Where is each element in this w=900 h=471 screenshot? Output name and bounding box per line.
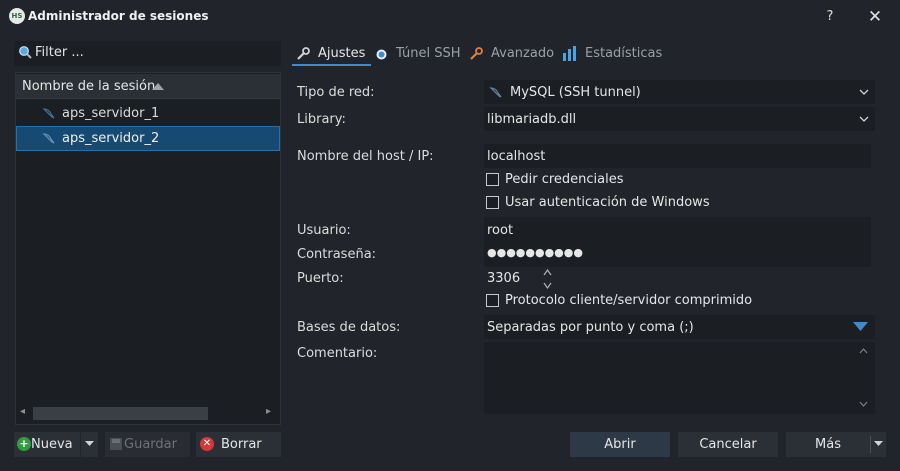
dropdown-arrow-icon (85, 441, 94, 446)
tab-statistics[interactable]: Estadísticas (585, 46, 662, 61)
button-divider (870, 436, 871, 453)
mysql-dolphin-icon (42, 133, 55, 144)
wrench-orange-icon (470, 47, 483, 60)
dropdown-arrow-icon (874, 441, 883, 446)
mysql-dolphin-icon (42, 108, 55, 119)
mysql-dolphin-icon (489, 87, 502, 98)
search-icon (19, 46, 32, 59)
sort-ascending-icon (152, 83, 164, 90)
library-label: Library: (297, 112, 346, 127)
databases-dropdown-icon[interactable] (853, 322, 868, 332)
scroll-left-icon[interactable]: ◂ (20, 406, 25, 417)
delete-icon: ✕ (200, 437, 214, 451)
credentials-fields (484, 217, 871, 267)
filter-placeholder: Filter ... (35, 45, 84, 60)
network-type-value: MySQL (SSH tunnel) (510, 85, 641, 100)
delete-label: Borrar (221, 437, 262, 452)
cancel-button[interactable]: Cancelar (678, 432, 778, 457)
comment-textarea[interactable] (484, 342, 875, 414)
plus-icon: + (17, 437, 31, 451)
port-label: Puerto: (297, 271, 344, 286)
save-label: Guardar (124, 437, 177, 452)
host-value: localhost (487, 149, 546, 164)
password-input[interactable]: ●●●●●●●●●● (487, 246, 583, 259)
tab-ssh-tunnel[interactable]: Túnel SSH (396, 46, 460, 61)
wrench-icon (297, 47, 310, 60)
ssh-tunnel-icon (376, 49, 387, 60)
bar-chart-icon (563, 46, 576, 61)
new-session-label: Nueva (31, 437, 73, 452)
comment-label: Comentario: (297, 346, 378, 361)
close-button[interactable]: ✕ (864, 7, 886, 27)
compressed-protocol-checkbox[interactable] (486, 294, 499, 307)
app-logo-icon: HS (9, 8, 25, 24)
databases-value: Separadas por punto y coma (;) (487, 320, 694, 335)
tab-advanced[interactable]: Avanzado (491, 46, 554, 61)
open-button[interactable]: Abrir (570, 432, 670, 457)
comment-scrollbar[interactable] (859, 346, 868, 410)
chevron-down-icon (859, 116, 869, 122)
compressed-protocol-label: Protocolo cliente/servidor comprimido (505, 293, 753, 308)
active-tab-indicator (292, 64, 371, 66)
ask-credentials-label: Pedir credenciales (505, 172, 624, 187)
ask-credentials-checkbox[interactable] (486, 173, 499, 186)
port-stepper[interactable] (543, 267, 552, 291)
windows-auth-checkbox[interactable] (486, 196, 499, 209)
user-input[interactable]: root (487, 223, 513, 238)
session-item-label: aps_servidor_1 (62, 106, 160, 121)
chevron-down-icon (859, 89, 869, 95)
password-label: Contraseña: (297, 247, 377, 262)
host-label: Nombre del host / IP: (297, 149, 434, 164)
user-label: Usuario: (297, 223, 351, 238)
databases-label: Bases de datos: (297, 320, 401, 335)
scrollbar-thumb[interactable] (33, 407, 208, 420)
library-value: libmariadb.dll (487, 112, 577, 127)
save-disk-icon (110, 438, 122, 450)
tab-settings[interactable]: Ajustes (318, 46, 365, 61)
more-button[interactable]: Más (786, 432, 870, 457)
tree-header-label: Nombre de la sesión (22, 79, 156, 94)
network-type-label: Tipo de red: (297, 85, 375, 100)
windows-auth-label: Usar autenticación de Windows (505, 195, 710, 210)
session-item-label: aps_servidor_2 (62, 131, 160, 146)
window-title: Administrador de sesiones (28, 9, 209, 23)
help-button[interactable]: ? (820, 7, 840, 27)
scroll-right-icon[interactable]: ▸ (266, 406, 271, 417)
port-input[interactable]: 3306 (487, 271, 520, 286)
